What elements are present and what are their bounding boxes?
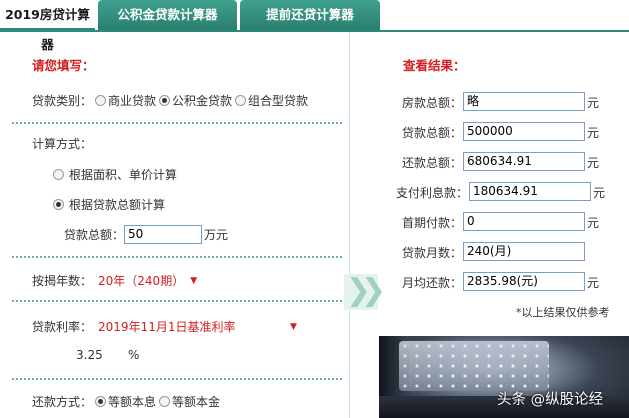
image-ceiling bbox=[399, 341, 549, 391]
result-label-monthly-payment: 月均还款： bbox=[401, 276, 462, 290]
radio-equal-installment[interactable] bbox=[95, 396, 107, 407]
result-unit: 元 bbox=[587, 276, 600, 290]
option-equal-installment[interactable]: 等额本息 bbox=[108, 393, 156, 410]
divider bbox=[12, 378, 342, 380]
loan-total-row: 贷款总额： 50 万元 bbox=[64, 225, 228, 244]
loan-total-unit: 万元 bbox=[204, 228, 229, 242]
result-label-months: 贷款月数： bbox=[401, 246, 462, 260]
radio-by-area-price[interactable] bbox=[53, 169, 64, 180]
option-commercial-loan[interactable]: 商业贷款 bbox=[108, 92, 156, 109]
result-interest: 180634.91 bbox=[469, 182, 591, 201]
rate-percent-unit: % bbox=[128, 348, 140, 362]
calc-method-option-total: 根据贷款总额计算 bbox=[50, 196, 165, 213]
option-provident-fund-loan[interactable]: 公积金贷款 bbox=[172, 92, 232, 109]
rate-row: 贷款利率： 2019年11月1日基准利率 ▼ bbox=[32, 318, 297, 335]
result-label-loan-total: 贷款总额： bbox=[401, 126, 462, 140]
years-row: 按揭年数： 20年（240期） ▼ bbox=[32, 272, 197, 289]
option-by-area-price[interactable]: 根据面积、单价计算 bbox=[69, 166, 177, 183]
rate-percent-row: 3.25 % bbox=[76, 348, 139, 362]
result-months: 240(月) bbox=[463, 242, 585, 261]
rate-label: 贷款利率： bbox=[32, 320, 93, 334]
calculator-tabs: 2019房贷计算器 公积金贷款计算器 提前还贷计算器 bbox=[0, 0, 629, 52]
result-unit: 元 bbox=[593, 186, 606, 200]
result-label-down-payment: 首期付款： bbox=[401, 216, 462, 230]
result-house-total: 略 bbox=[463, 92, 585, 111]
result-loan-total: 500000 bbox=[463, 122, 585, 141]
radio-provident-fund-loan[interactable] bbox=[159, 95, 171, 106]
option-by-loan-total[interactable]: 根据贷款总额计算 bbox=[69, 196, 165, 213]
radio-equal-principal[interactable] bbox=[159, 396, 171, 407]
result-label-house-total: 房款总额： bbox=[401, 96, 462, 110]
years-label: 按揭年数： bbox=[32, 274, 93, 288]
rate-select[interactable]: 2019年11月1日基准利率 bbox=[98, 318, 284, 335]
radio-combined-loan[interactable] bbox=[235, 95, 247, 106]
loan-total-input[interactable]: 50 bbox=[124, 225, 203, 244]
divider bbox=[12, 122, 342, 124]
result-unit: 元 bbox=[587, 156, 600, 170]
option-combined-loan[interactable]: 组合型贷款 bbox=[248, 92, 308, 109]
input-panel: 请您填写： 贷款类别： 商业贷款 公积金贷款 组合型贷款 计算方式： 根据面积、… bbox=[0, 32, 350, 418]
result-down-payment: 0 bbox=[463, 212, 585, 231]
tab-provident-fund[interactable]: 公积金贷款计算器 bbox=[98, 0, 237, 30]
years-dropdown-icon[interactable]: ▼ bbox=[190, 276, 197, 286]
radio-by-loan-total[interactable] bbox=[53, 199, 64, 210]
years-select[interactable]: 20年（240期） bbox=[98, 272, 184, 289]
result-monthly-payment: 2835.98(元) bbox=[463, 272, 585, 291]
divider bbox=[12, 256, 342, 258]
result-unit: 元 bbox=[587, 126, 600, 140]
form-title: 请您填写： bbox=[32, 58, 95, 73]
result-label-interest: 支付利息款： bbox=[395, 186, 468, 200]
option-equal-principal[interactable]: 等额本金 bbox=[172, 393, 220, 410]
watermark: 头条 @纵股论经 bbox=[497, 392, 604, 408]
loan-type-label: 贷款类别： bbox=[32, 94, 93, 108]
results-title: 查看结果： bbox=[403, 58, 466, 73]
result-label-repay-total: 还款总额： bbox=[401, 156, 462, 170]
result-unit: 元 bbox=[587, 216, 600, 230]
result-unit: 元 bbox=[587, 96, 600, 110]
radio-commercial-loan[interactable] bbox=[95, 95, 107, 106]
calc-method-option-area: 根据面积、单价计算 bbox=[50, 166, 177, 183]
tab-prepayment[interactable]: 提前还贷计算器 bbox=[240, 0, 380, 30]
repay-row: 还款方式： 等额本息 等额本金 bbox=[32, 393, 220, 410]
tab-housing-loan[interactable]: 2019房贷计算器 bbox=[0, 0, 95, 52]
rate-dropdown-icon[interactable]: ▼ bbox=[290, 322, 297, 332]
loan-type-row: 贷款类别： 商业贷款 公积金贷款 组合型贷款 bbox=[32, 92, 308, 109]
repay-label: 还款方式： bbox=[32, 395, 93, 409]
divider bbox=[12, 300, 342, 302]
result-repay-total: 680634.91 bbox=[463, 152, 585, 171]
calc-method-label: 计算方式： bbox=[32, 137, 93, 151]
results-disclaimer: *以上结果仅供参考 bbox=[516, 306, 610, 319]
rate-percent-input[interactable]: 3.25 bbox=[76, 348, 128, 362]
loan-total-label: 贷款总额： bbox=[64, 228, 125, 242]
